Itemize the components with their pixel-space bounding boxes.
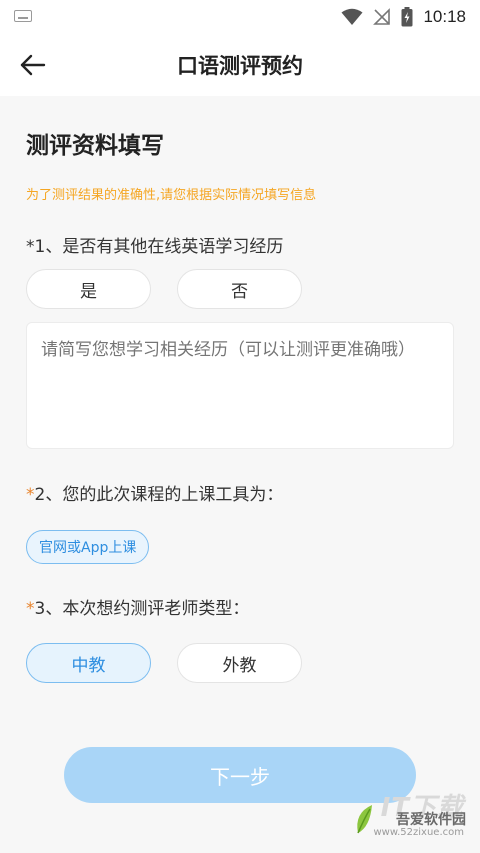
required-star: * <box>26 485 35 505</box>
option-chinese-teacher-button[interactable]: 中教 <box>26 643 151 683</box>
status-bar: 10:18 <box>0 0 480 34</box>
status-icons: 10:18 <box>341 4 466 30</box>
question-2: *2、您的此次课程的上课工具为： <box>26 480 283 505</box>
experience-textarea[interactable] <box>26 322 454 449</box>
option-yes-button[interactable]: 是 <box>26 269 151 309</box>
option-foreign-teacher-button[interactable]: 外教 <box>177 643 302 683</box>
watermark-name: 吾爱软件园 <box>396 812 466 828</box>
watermark-url: www.52zixue.com <box>373 827 465 838</box>
question-3-text: 3、本次想约测评老师类型： <box>34 599 250 619</box>
question-2-text: 2、您的此次课程的上课工具为： <box>34 485 284 505</box>
question-1: *1、是否有其他在线英语学习经历 <box>26 232 283 257</box>
no-signal-icon <box>373 8 391 25</box>
section-title: 测评资料填写 <box>26 133 164 159</box>
page-title: 口语测评预约 <box>177 54 303 78</box>
clock: 10:18 <box>423 7 466 26</box>
tool-option-chip[interactable]: 官网或App上课 <box>26 530 150 564</box>
form-content: 测评资料填写 为了测评结果的准确性,请您根据实际情况填写信息 *1、是否有其他在… <box>0 96 480 853</box>
watermark: IT下载 吾爱软件园 www.52zixue.com <box>348 783 474 847</box>
option-no-button[interactable]: 否 <box>177 269 302 309</box>
question-3: *3、本次想约测评老师类型： <box>26 594 249 619</box>
battery-charging-icon <box>401 7 413 27</box>
required-star: * <box>26 599 35 619</box>
app-bar: 口语测评预约 <box>0 34 480 96</box>
question-1-prefix: *1、 <box>26 237 63 257</box>
keyboard-icon <box>14 10 32 22</box>
question-1-text: 是否有其他在线英语学习经历 <box>62 237 284 257</box>
wifi-icon <box>341 8 363 25</box>
leaf-logo-icon <box>357 805 372 834</box>
hint-text: 为了测评结果的准确性,请您根据实际情况填写信息 <box>26 188 317 203</box>
